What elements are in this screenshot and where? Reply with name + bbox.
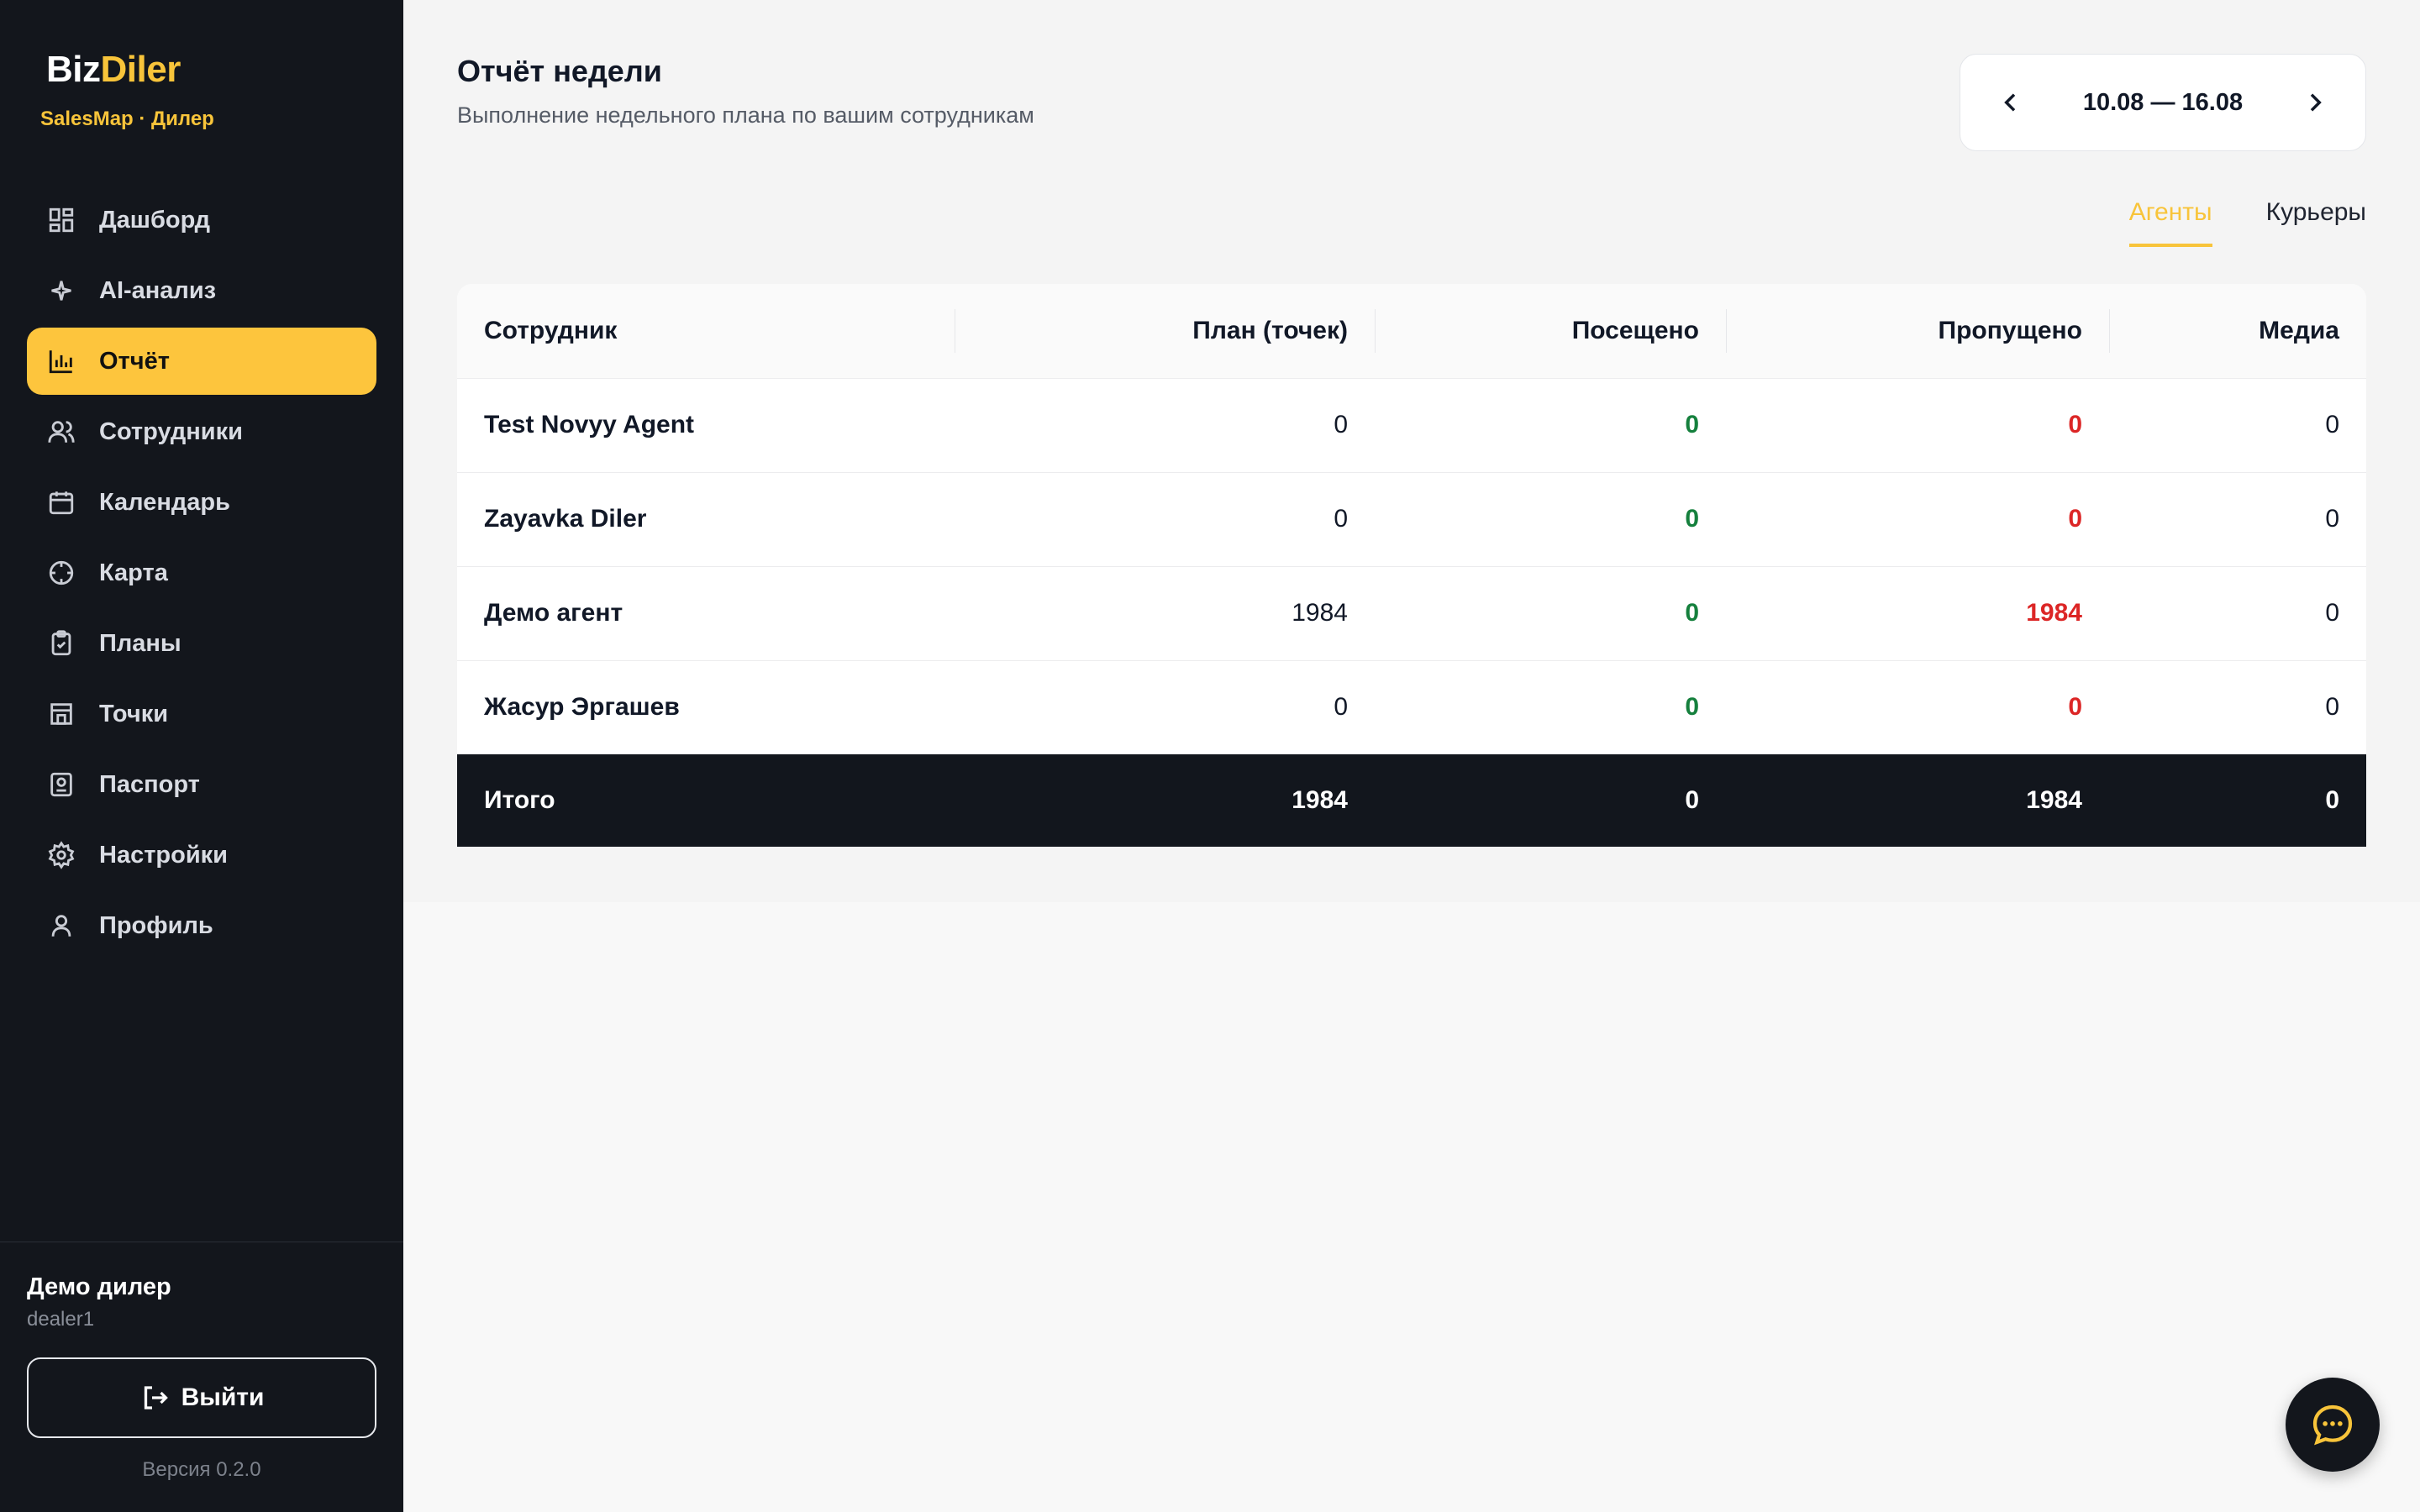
calendar-icon: [47, 488, 76, 517]
store-icon: [47, 700, 76, 728]
tab-agents[interactable]: Агенты: [2128, 198, 2212, 247]
sidebar-item-label: Календарь: [99, 488, 230, 516]
tab-couriers[interactable]: Курьеры: [2266, 198, 2366, 247]
gear-icon: [47, 841, 76, 869]
cell-visited: 0: [1375, 377, 1726, 472]
cell-employee: Демо агент: [457, 565, 955, 660]
total-label: Итого: [457, 754, 955, 847]
sidebar-item-dashboard[interactable]: Дашборд: [27, 186, 376, 254]
sidebar-item-map[interactable]: Карта: [27, 539, 376, 606]
sidebar-item-label: Планы: [99, 629, 182, 657]
user-login: dealer1: [27, 1308, 95, 1331]
page-title: Отчёт недели: [457, 54, 662, 88]
report-tabs: Агенты Курьеры: [2075, 198, 2366, 247]
sidebar-item-ai-analysis[interactable]: AI-анализ: [27, 257, 376, 324]
table-row[interactable]: Демо агент 1984 0 1984 0: [457, 565, 2366, 660]
sidebar-item-calendar[interactable]: Календарь: [27, 469, 376, 536]
dashboard-icon: [47, 206, 76, 234]
sidebar-item-passport[interactable]: Паспорт: [27, 751, 376, 818]
sidebar-nav: Дашборд AI-анализ Отчёт Сотрудники Кален…: [27, 186, 376, 963]
week-selector: 10.08 — 16.08: [1960, 54, 2366, 151]
logout-label: Выйти: [181, 1383, 265, 1411]
cell-media: 0: [2109, 377, 2366, 472]
brand-name-part2: Diler: [100, 49, 182, 90]
sidebar-item-label: Отчёт: [99, 347, 170, 375]
cell-missed: 0: [1726, 659, 2109, 754]
cell-plan: 1984: [955, 565, 1375, 660]
user-icon: [47, 911, 76, 940]
sidebar-item-label: Профиль: [99, 911, 213, 939]
app-version: Версия 0.2.0: [142, 1458, 261, 1481]
brand-subtitle: SalesMap · Дилер: [40, 108, 214, 130]
page-subtitle: Выполнение недельного плана по вашим сот…: [457, 102, 1034, 128]
next-week-button[interactable]: [2298, 86, 2332, 119]
table-header-row: Сотрудник План (точек) Посещено Пропущен…: [457, 284, 2366, 378]
passport-icon: [47, 770, 76, 799]
cell-visited: 0: [1375, 659, 1726, 754]
cell-visited: 0: [1375, 471, 1726, 566]
sidebar-item-label: Точки: [99, 700, 169, 727]
column-header-media[interactable]: Медиа: [2109, 284, 2366, 378]
main-lower-area: [403, 902, 2420, 1512]
chevron-left-icon: [2004, 93, 2016, 112]
sidebar-item-label: Паспорт: [99, 770, 200, 798]
cell-missed: 0: [1726, 377, 2109, 472]
sidebar-item-employees[interactable]: Сотрудники: [27, 398, 376, 465]
sidebar-item-settings[interactable]: Настройки: [27, 822, 376, 889]
report-table-card: Сотрудник План (точек) Посещено Пропущен…: [457, 284, 2366, 847]
week-range: 10.08 — 16.08: [2082, 88, 2244, 116]
sidebar-item-plans[interactable]: Планы: [27, 610, 376, 677]
sidebar-item-points[interactable]: Точки: [27, 680, 376, 748]
chat-button[interactable]: [2286, 1378, 2380, 1472]
bar-chart-icon: [47, 347, 76, 375]
column-header-visited[interactable]: Посещено: [1375, 284, 1726, 378]
table-row[interactable]: Zayavka Diler 0 0 0 0: [457, 471, 2366, 566]
total-missed: 1984: [1726, 754, 2109, 847]
users-icon: [47, 417, 76, 446]
sidebar-item-label: Карта: [99, 559, 168, 586]
brand-logo[interactable]: BizDiler: [46, 49, 181, 91]
cell-employee: Zayavka Diler: [457, 471, 955, 566]
total-plan: 1984: [955, 754, 1375, 847]
logout-button[interactable]: Выйти: [27, 1357, 376, 1438]
brand-name-part1: Biz: [46, 49, 101, 90]
cell-media: 0: [2109, 471, 2366, 566]
table-row[interactable]: Жасур Эргашев 0 0 0 0: [457, 659, 2366, 754]
total-media: 0: [2109, 754, 2366, 847]
cell-plan: 0: [955, 471, 1375, 566]
column-header-missed[interactable]: Пропущено: [1726, 284, 2109, 378]
user-name: Демо дилер: [27, 1273, 171, 1300]
sidebar-item-label: AI-анализ: [99, 276, 217, 304]
report-table: Сотрудник План (точек) Посещено Пропущен…: [457, 284, 2366, 847]
cell-plan: 0: [955, 659, 1375, 754]
sparkle-icon: [47, 276, 76, 305]
cell-employee: Test Novyy Agent: [457, 377, 955, 472]
total-visited: 0: [1375, 754, 1726, 847]
chevron-right-icon: [2310, 93, 2322, 112]
sidebar-item-label: Сотрудники: [99, 417, 243, 445]
cell-media: 0: [2109, 659, 2366, 754]
crosshair-icon: [47, 559, 76, 587]
sidebar-item-label: Дашборд: [99, 206, 210, 234]
logout-icon: [144, 1386, 168, 1410]
sidebar-item-report[interactable]: Отчёт: [27, 328, 376, 395]
cell-missed: 1984: [1726, 565, 2109, 660]
sidebar-item-label: Настройки: [99, 841, 229, 869]
cell-visited: 0: [1375, 565, 1726, 660]
cell-media: 0: [2109, 565, 2366, 660]
table-row[interactable]: Test Novyy Agent 0 0 0 0: [457, 377, 2366, 472]
sidebar: BizDiler SalesMap · Дилер Дашборд AI-ана…: [0, 0, 403, 1512]
column-header-employee[interactable]: Сотрудник: [457, 284, 955, 378]
table-total-row: Итого 1984 0 1984 0: [457, 754, 2366, 847]
sidebar-item-profile[interactable]: Профиль: [27, 892, 376, 959]
cell-employee: Жасур Эргашев: [457, 659, 955, 754]
chat-bubble-icon: [2312, 1404, 2353, 1446]
cell-missed: 0: [1726, 471, 2109, 566]
clipboard-icon: [47, 629, 76, 658]
prev-week-button[interactable]: [1994, 86, 2028, 119]
column-header-plan[interactable]: План (точек): [955, 284, 1375, 378]
cell-plan: 0: [955, 377, 1375, 472]
